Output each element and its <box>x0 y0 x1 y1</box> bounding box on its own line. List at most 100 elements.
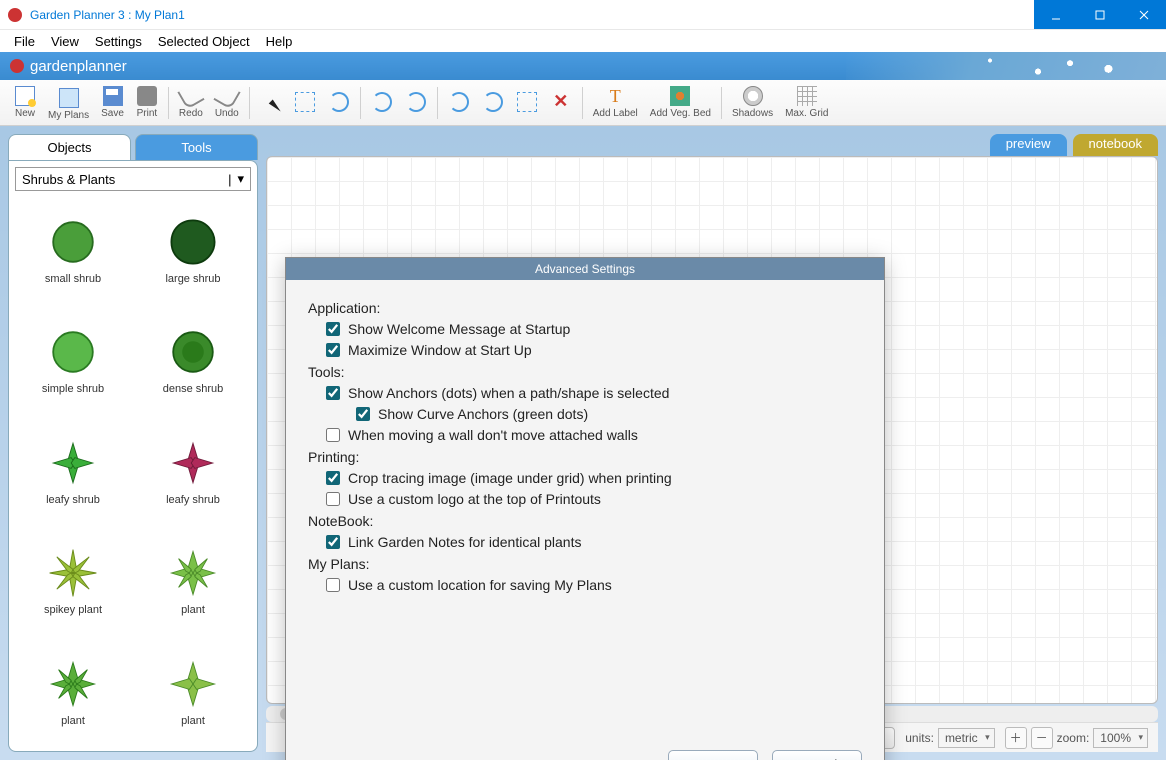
cursor-icon <box>261 92 281 112</box>
option-linknotes[interactable]: Link Garden Notes for identical plants <box>326 534 862 550</box>
close-button[interactable] <box>1122 0 1166 29</box>
tab-tools[interactable]: Tools <box>135 134 258 160</box>
ok-button[interactable]: OK <box>668 750 758 760</box>
grid-icon <box>797 86 817 106</box>
zoom-group: ＋ － zoom: 100% <box>1005 727 1148 749</box>
separator <box>360 87 361 119</box>
section-tools: Tools: <box>308 364 862 380</box>
palette-item[interactable]: small shrub <box>15 197 131 285</box>
menu-settings[interactable]: Settings <box>87 32 150 51</box>
checkbox[interactable] <box>326 428 340 442</box>
menu-help[interactable]: Help <box>258 32 301 51</box>
tool-redo[interactable]: Redo <box>173 80 209 125</box>
palette-item[interactable]: leafy shrub <box>15 418 131 506</box>
shrub-icon <box>46 215 100 269</box>
option-customloc[interactable]: Use a custom location for saving My Plan… <box>326 577 862 593</box>
checkbox[interactable] <box>326 343 340 357</box>
checkbox[interactable] <box>326 492 340 506</box>
option-maximize[interactable]: Maximize Window at Start Up <box>326 342 862 358</box>
tool-new[interactable]: New <box>8 80 42 125</box>
tool-add-label[interactable]: TAdd Label <box>587 80 644 125</box>
dropdown-value: Shrubs & Plants <box>22 172 115 187</box>
tab-notebook[interactable]: notebook <box>1073 134 1159 156</box>
window-titlebar: Garden Planner 3 : My Plan1 <box>0 0 1166 30</box>
tool-rotate[interactable] <box>322 80 356 125</box>
checkbox[interactable] <box>326 386 340 400</box>
tool-rot-left[interactable] <box>365 80 399 125</box>
zoom-out-icon[interactable]: － <box>1031 727 1053 749</box>
tool-resize[interactable] <box>288 80 322 125</box>
tool-back[interactable] <box>442 80 476 125</box>
checkbox[interactable] <box>326 535 340 549</box>
save-icon <box>103 86 123 106</box>
app-icon <box>8 8 22 22</box>
folder-icon <box>59 88 79 108</box>
window-title: Garden Planner 3 : My Plan1 <box>30 8 1034 22</box>
brand-text: gardenplanner <box>30 58 127 75</box>
units-select[interactable]: metric <box>938 728 995 748</box>
leafy-icon <box>166 436 220 490</box>
send-back-icon <box>449 92 469 112</box>
checkbox[interactable] <box>326 471 340 485</box>
checkbox[interactable] <box>356 407 370 421</box>
menu-file[interactable]: File <box>6 32 43 51</box>
palette-item[interactable]: spikey plant <box>15 528 131 616</box>
rotate-left-icon <box>372 92 392 112</box>
spikey-icon <box>46 546 100 600</box>
workspace: Objects Tools Shrubs & Plants | ▾ small s… <box>0 126 1166 760</box>
plant-icon <box>166 546 220 600</box>
section-notebook: NoteBook: <box>308 513 862 529</box>
tool-add-vegbed[interactable]: Add Veg. Bed <box>644 80 717 125</box>
tool-maxgrid[interactable]: Max. Grid <box>779 80 834 125</box>
text-icon: T <box>605 86 625 106</box>
divider: | <box>228 172 231 187</box>
duplicate-icon <box>517 92 537 112</box>
tab-objects[interactable]: Objects <box>8 134 131 160</box>
checkbox[interactable] <box>326 578 340 592</box>
option-crop[interactable]: Crop tracing image (image under grid) wh… <box>326 470 862 486</box>
category-dropdown[interactable]: Shrubs & Plants | ▾ <box>15 167 251 191</box>
window-controls <box>1034 0 1166 29</box>
palette-item[interactable]: leafy shrub <box>135 418 251 506</box>
tool-move[interactable] <box>254 80 288 125</box>
option-logo[interactable]: Use a custom logo at the top of Printout… <box>326 491 862 507</box>
option-walls[interactable]: When moving a wall don't move attached w… <box>326 427 862 443</box>
tool-shadows[interactable]: Shadows <box>726 80 779 125</box>
option-curve-anchors[interactable]: Show Curve Anchors (green dots) <box>356 406 862 422</box>
separator <box>721 87 722 119</box>
option-welcome[interactable]: Show Welcome Message at Startup <box>326 321 862 337</box>
checkbox[interactable] <box>326 322 340 336</box>
tool-delete[interactable]: ✕ <box>544 80 578 125</box>
palette-item[interactable]: large shrub <box>135 197 251 285</box>
tool-print[interactable]: Print <box>130 80 164 125</box>
resize-icon <box>295 92 315 112</box>
tool-rot-right[interactable] <box>399 80 433 125</box>
option-anchors[interactable]: Show Anchors (dots) when a path/shape is… <box>326 385 862 401</box>
palette-item[interactable]: plant <box>135 528 251 616</box>
tool-save[interactable]: Save <box>95 80 130 125</box>
main-toolbar: New My Plans Save Print Redo Undo ✕ TAdd… <box>0 80 1166 126</box>
tool-front[interactable] <box>476 80 510 125</box>
advanced-settings-dialog: Advanced Settings Application: Show Welc… <box>285 257 885 760</box>
zoom-select[interactable]: 100% <box>1093 728 1148 748</box>
tool-myplans[interactable]: My Plans <box>42 80 95 125</box>
zoom-in-icon[interactable]: ＋ <box>1005 727 1027 749</box>
units-label: units: <box>905 731 934 745</box>
palette-item[interactable]: plant <box>15 639 131 727</box>
tool-undo[interactable]: Undo <box>209 80 245 125</box>
tool-duplicate[interactable] <box>510 80 544 125</box>
tab-preview[interactable]: preview <box>990 134 1067 156</box>
palette-item[interactable]: dense shrub <box>135 307 251 395</box>
palette-item[interactable]: plant <box>135 639 251 727</box>
menu-view[interactable]: View <box>43 32 87 51</box>
menu-selected-object[interactable]: Selected Object <box>150 32 258 51</box>
chevron-down-icon: ▾ <box>237 171 244 187</box>
separator <box>168 87 169 119</box>
maximize-button[interactable] <box>1078 0 1122 29</box>
units-group: units: metric <box>905 728 994 748</box>
cancel-button[interactable]: Cancel <box>772 750 862 760</box>
side-tabs: Objects Tools <box>8 134 258 160</box>
minimize-button[interactable] <box>1034 0 1078 29</box>
redo-icon <box>177 82 204 109</box>
palette-item[interactable]: simple shrub <box>15 307 131 395</box>
